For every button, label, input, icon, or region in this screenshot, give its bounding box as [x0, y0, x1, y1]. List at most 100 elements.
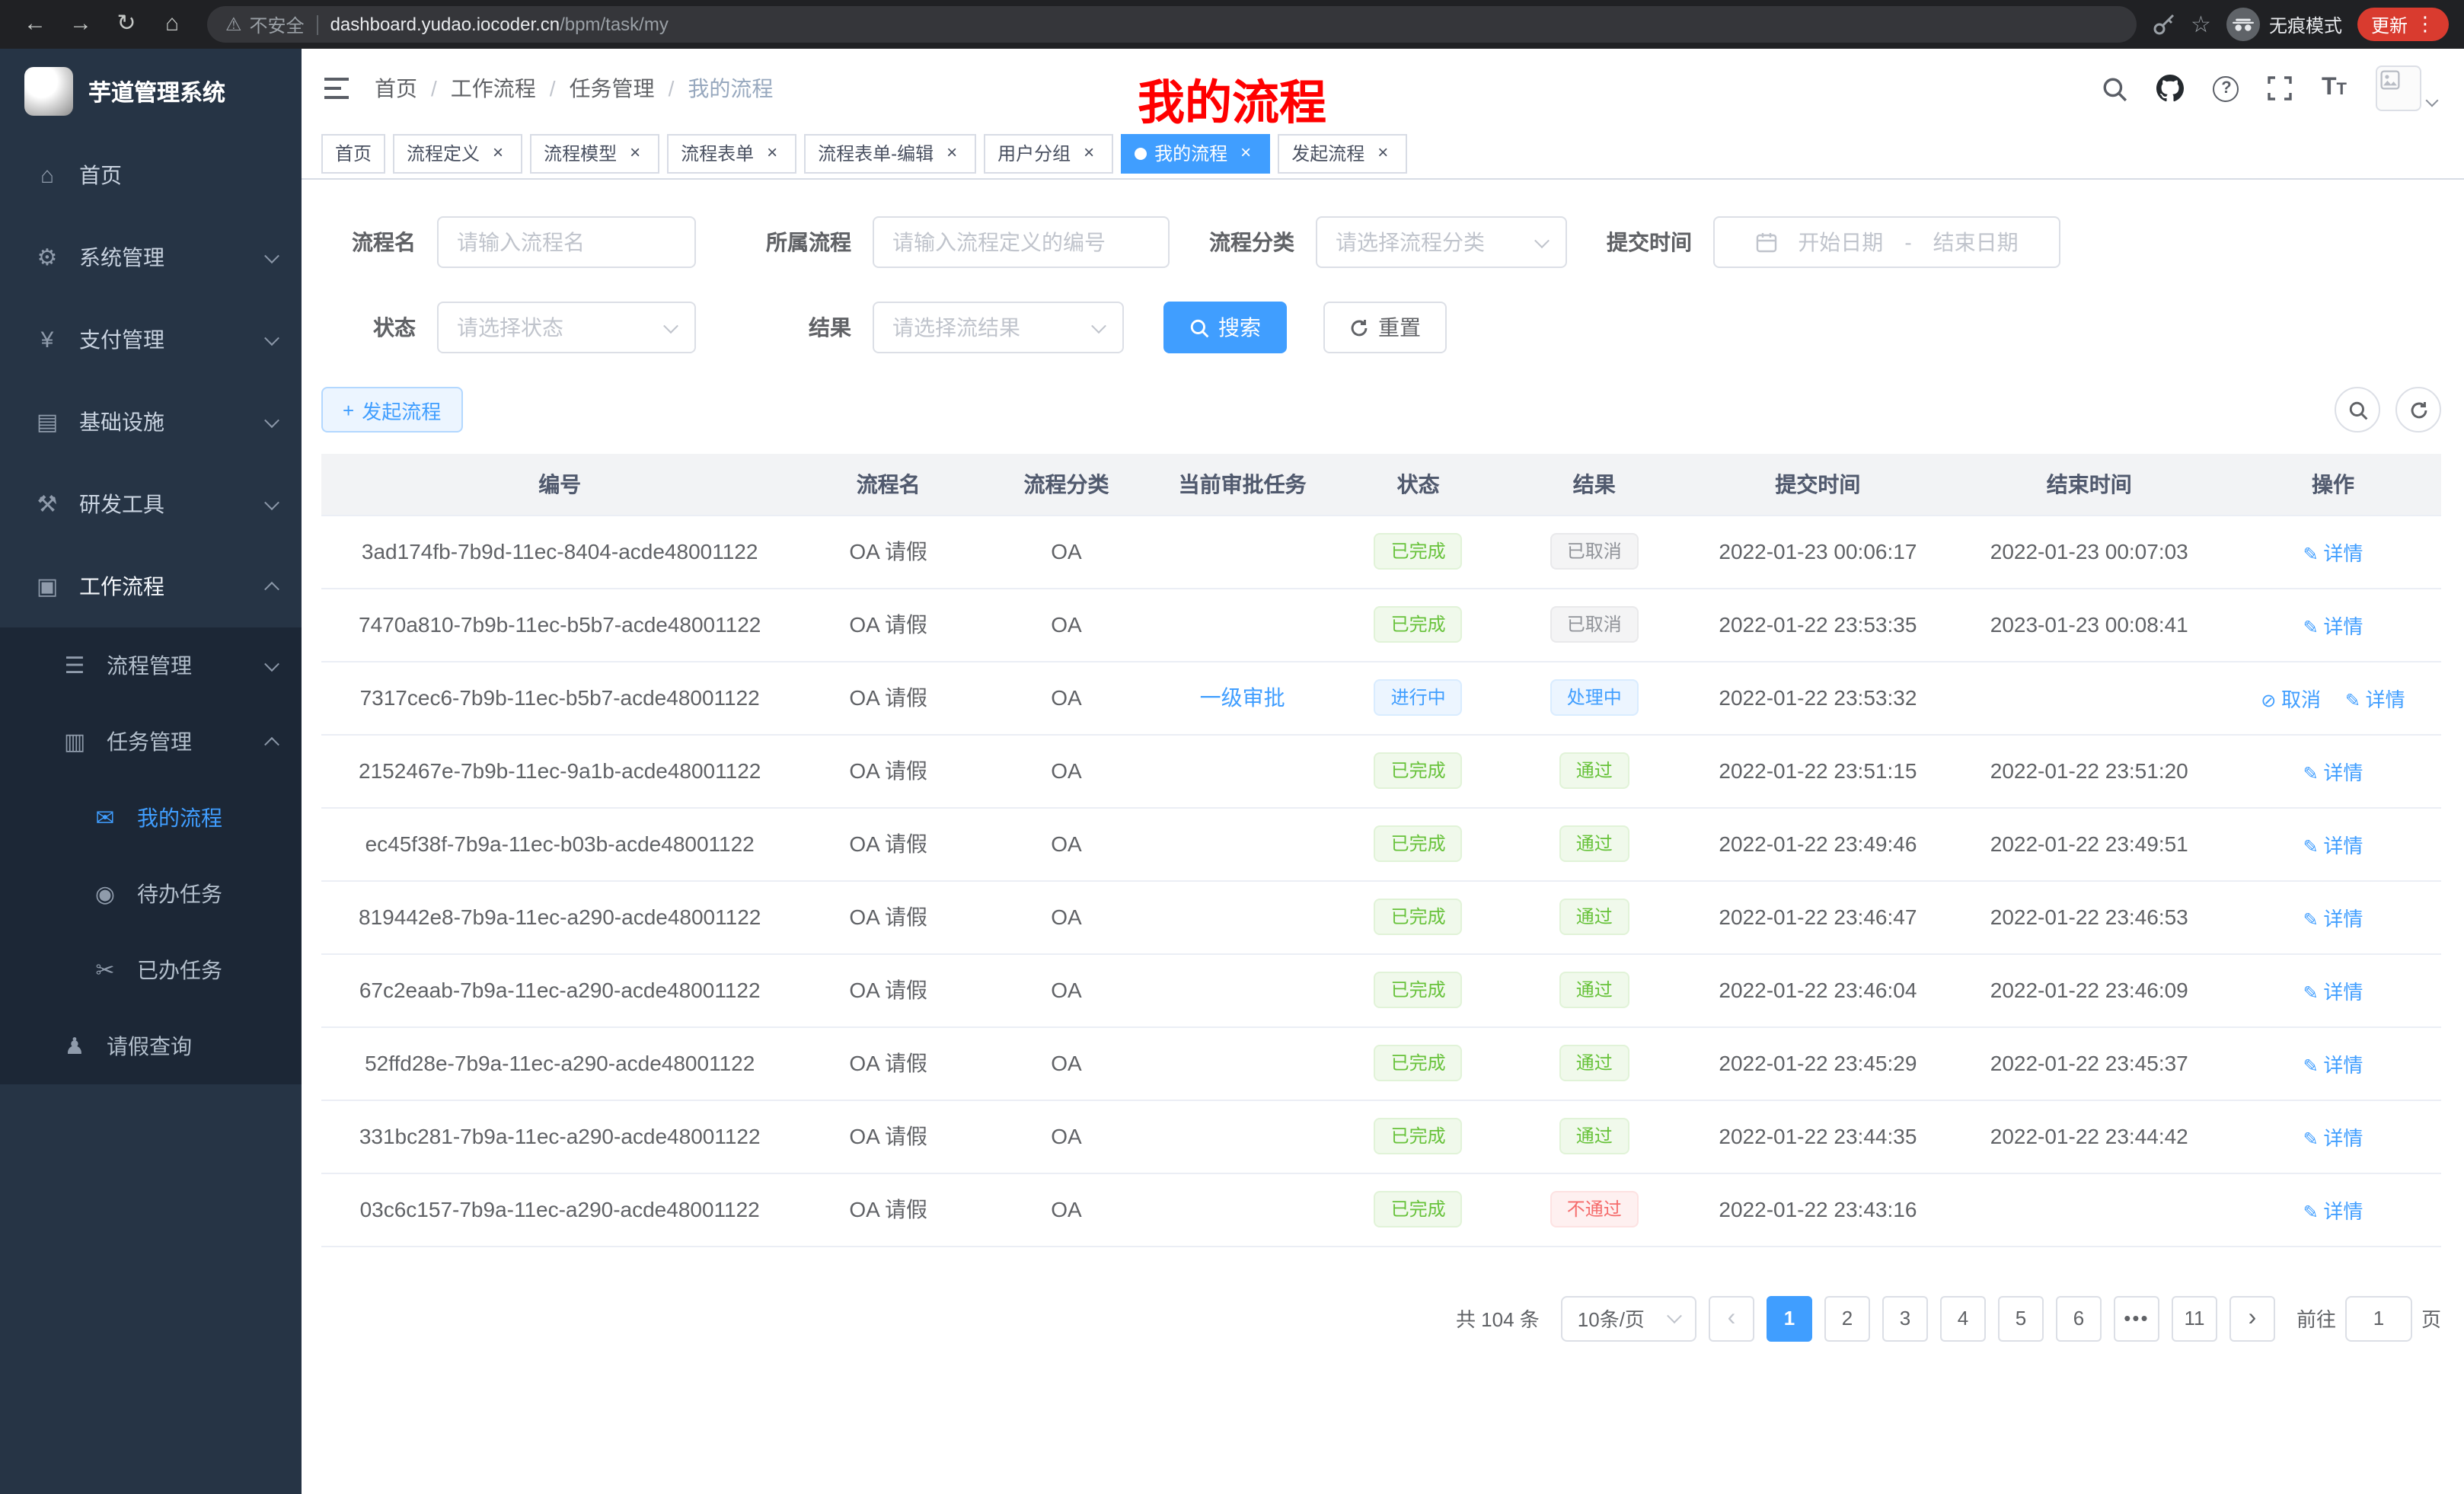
refresh-button[interactable] — [2395, 387, 2441, 433]
hamburger-icon[interactable] — [323, 76, 350, 101]
cell-current-task: 一级审批 — [1154, 661, 1330, 734]
cell-operations: 详情 — [2225, 734, 2441, 807]
tab-my-process[interactable]: 我的流程 × — [1121, 133, 1270, 173]
page-number-button[interactable]: 1 — [1767, 1295, 1812, 1341]
back-icon[interactable]: ← — [15, 5, 55, 44]
detail-link[interactable]: 详情 — [2303, 1199, 2363, 1222]
chrome-update-button[interactable]: 更新 ⋮ — [2357, 8, 2449, 41]
sidebar-item-workflow[interactable]: ▣ 工作流程 — [0, 545, 302, 627]
page-number-button[interactable]: 11 — [2172, 1295, 2217, 1341]
cell-result: 通过 — [1506, 807, 1682, 880]
filter-category: 流程分类 请选择流程分类 — [1209, 216, 1567, 268]
page-number-button[interactable]: 3 — [1882, 1295, 1928, 1341]
chevron-down-icon — [1534, 232, 1550, 247]
chevron-icon — [264, 581, 279, 596]
sidebar-item-process-mgmt[interactable]: ☰ 流程管理 — [0, 627, 302, 704]
close-icon[interactable]: × — [624, 142, 646, 164]
detail-link[interactable]: 详情 — [2303, 615, 2363, 637]
address-bar[interactable]: ⚠ 不安全 dashboard.yudao.iocoder.cn /bpm/ta… — [207, 6, 2136, 43]
search-button[interactable]: 搜索 — [1163, 302, 1287, 353]
tab-process-model[interactable]: 流程模型 × — [530, 133, 659, 173]
search-icon[interactable] — [2102, 75, 2128, 101]
sidebar-item-task-mgmt[interactable]: ▥ 任务管理 — [0, 704, 302, 780]
forward-icon[interactable]: → — [61, 5, 101, 44]
current-task-link[interactable]: 一级审批 — [1200, 685, 1285, 710]
tab-user-group[interactable]: 用户分组 × — [984, 133, 1113, 173]
owner-process-input[interactable] — [873, 216, 1170, 268]
tab-home[interactable]: 首页 × — [321, 133, 385, 173]
reset-button[interactable]: 重置 — [1323, 302, 1447, 353]
table-row: 7470a810-7b9b-11ec-b5b7-acde48001122 OA … — [321, 588, 2441, 661]
breadcrumb-item[interactable]: 我的流程 — [655, 73, 774, 104]
tab-process-form-edit[interactable]: 流程表单-编辑 × — [804, 133, 976, 173]
page-number-button[interactable]: 2 — [1824, 1295, 1870, 1341]
close-icon[interactable]: × — [1372, 142, 1393, 164]
detail-link[interactable]: 详情 — [2345, 688, 2405, 710]
detail-link[interactable]: 详情 — [2303, 541, 2363, 564]
sidebar-item-system[interactable]: ⚙ 系统管理 — [0, 216, 302, 298]
logo[interactable]: 芋道管理系统 — [0, 49, 302, 134]
breadcrumb-item[interactable]: 任务管理 — [536, 73, 655, 104]
detail-link[interactable]: 详情 — [2303, 834, 2363, 857]
detail-link[interactable]: 详情 — [2303, 1126, 2363, 1149]
user-avatar[interactable] — [2376, 65, 2437, 111]
detail-link[interactable]: 详情 — [2303, 980, 2363, 1003]
tab-label: 流程模型 — [544, 140, 617, 166]
close-icon[interactable]: × — [1235, 142, 1256, 164]
incognito-icon — [2226, 8, 2260, 41]
close-icon[interactable]: × — [1078, 142, 1100, 164]
sidebar-item-infrastructure[interactable]: ▤ 基础设施 — [0, 381, 302, 463]
cell-result: 通过 — [1506, 734, 1682, 807]
github-icon[interactable] — [2157, 75, 2185, 102]
cell-end-time: 2022-01-22 23:49:51 — [1954, 807, 2225, 880]
bookmark-star-icon[interactable]: ☆ — [2191, 11, 2211, 38]
sidebar-item-my-process[interactable]: ✉ 我的流程 — [0, 780, 302, 856]
page-content: 流程名 所属流程 流程分类 请选择流程分类 — [302, 180, 2464, 1494]
reload-icon[interactable]: ↻ — [107, 5, 146, 44]
tab-process-definition[interactable]: 流程定义 × — [393, 133, 522, 173]
next-page-button[interactable]: › — [2229, 1295, 2275, 1341]
close-icon[interactable]: × — [487, 142, 509, 164]
sidebar-item-home[interactable]: ⌂ 首页 — [0, 134, 302, 216]
status-select[interactable]: 请选择状态 — [437, 302, 696, 353]
app-title: 芋道管理系统 — [88, 75, 225, 107]
cell-current-task — [1154, 1026, 1330, 1100]
category-select[interactable]: 请选择流程分类 — [1316, 216, 1567, 268]
sidebar-item-payment[interactable]: ¥ 支付管理 — [0, 298, 302, 381]
incognito-badge: 无痕模式 — [2226, 8, 2342, 41]
breadcrumb-item[interactable]: 工作流程 — [417, 73, 536, 104]
cell-process-name: OA 请假 — [798, 588, 978, 661]
goto-page-input[interactable] — [2345, 1295, 2412, 1341]
close-icon[interactable]: × — [761, 142, 783, 164]
sidebar-item-leave-query[interactable]: ♟ 请假查询 — [0, 1008, 302, 1084]
start-process-button[interactable]: + 发起流程 — [321, 387, 462, 433]
sidebar-item-devtools[interactable]: ⚒ 研发工具 — [0, 463, 302, 545]
page-size-select[interactable]: 10条/页 — [1561, 1295, 1696, 1341]
browser-home-icon[interactable]: ⌂ — [152, 5, 192, 44]
result-select[interactable]: 请选择流结果 — [873, 302, 1124, 353]
cancel-link[interactable]: 取消 — [2261, 688, 2321, 710]
detail-link[interactable]: 详情 — [2303, 1053, 2363, 1076]
calendar-icon — [1755, 231, 1776, 253]
tab-start-process[interactable]: 发起流程 × — [1278, 133, 1407, 173]
breadcrumb-item[interactable]: 首页 — [375, 73, 417, 104]
cell-result: 不通过 — [1506, 1173, 1682, 1246]
page-number-button[interactable]: 5 — [1998, 1295, 2044, 1341]
help-icon[interactable]: ? — [2213, 75, 2239, 101]
close-icon[interactable]: × — [941, 142, 962, 164]
page-number-button[interactable]: 4 — [1940, 1295, 1986, 1341]
password-key-icon[interactable] — [2151, 12, 2175, 37]
submit-time-range-picker[interactable]: 开始日期 - 结束日期 — [1713, 216, 2060, 268]
detail-link[interactable]: 详情 — [2303, 907, 2363, 930]
detail-link[interactable]: 详情 — [2303, 761, 2363, 784]
fullscreen-icon[interactable] — [2268, 76, 2293, 101]
sidebar-item-done-tasks[interactable]: ✂ 已办任务 — [0, 932, 302, 1008]
page-number-button[interactable]: 6 — [2056, 1295, 2102, 1341]
toggle-search-button[interactable] — [2335, 387, 2380, 433]
sidebar-item-todo-tasks[interactable]: ◉ 待办任务 — [0, 856, 302, 932]
font-size-icon[interactable]: TT — [2322, 75, 2347, 102]
prev-page-button[interactable]: ‹ — [1709, 1295, 1754, 1341]
page-number-button[interactable]: ••• — [2114, 1295, 2159, 1341]
process-name-input[interactable] — [437, 216, 696, 268]
tab-process-form[interactable]: 流程表单 × — [667, 133, 796, 173]
